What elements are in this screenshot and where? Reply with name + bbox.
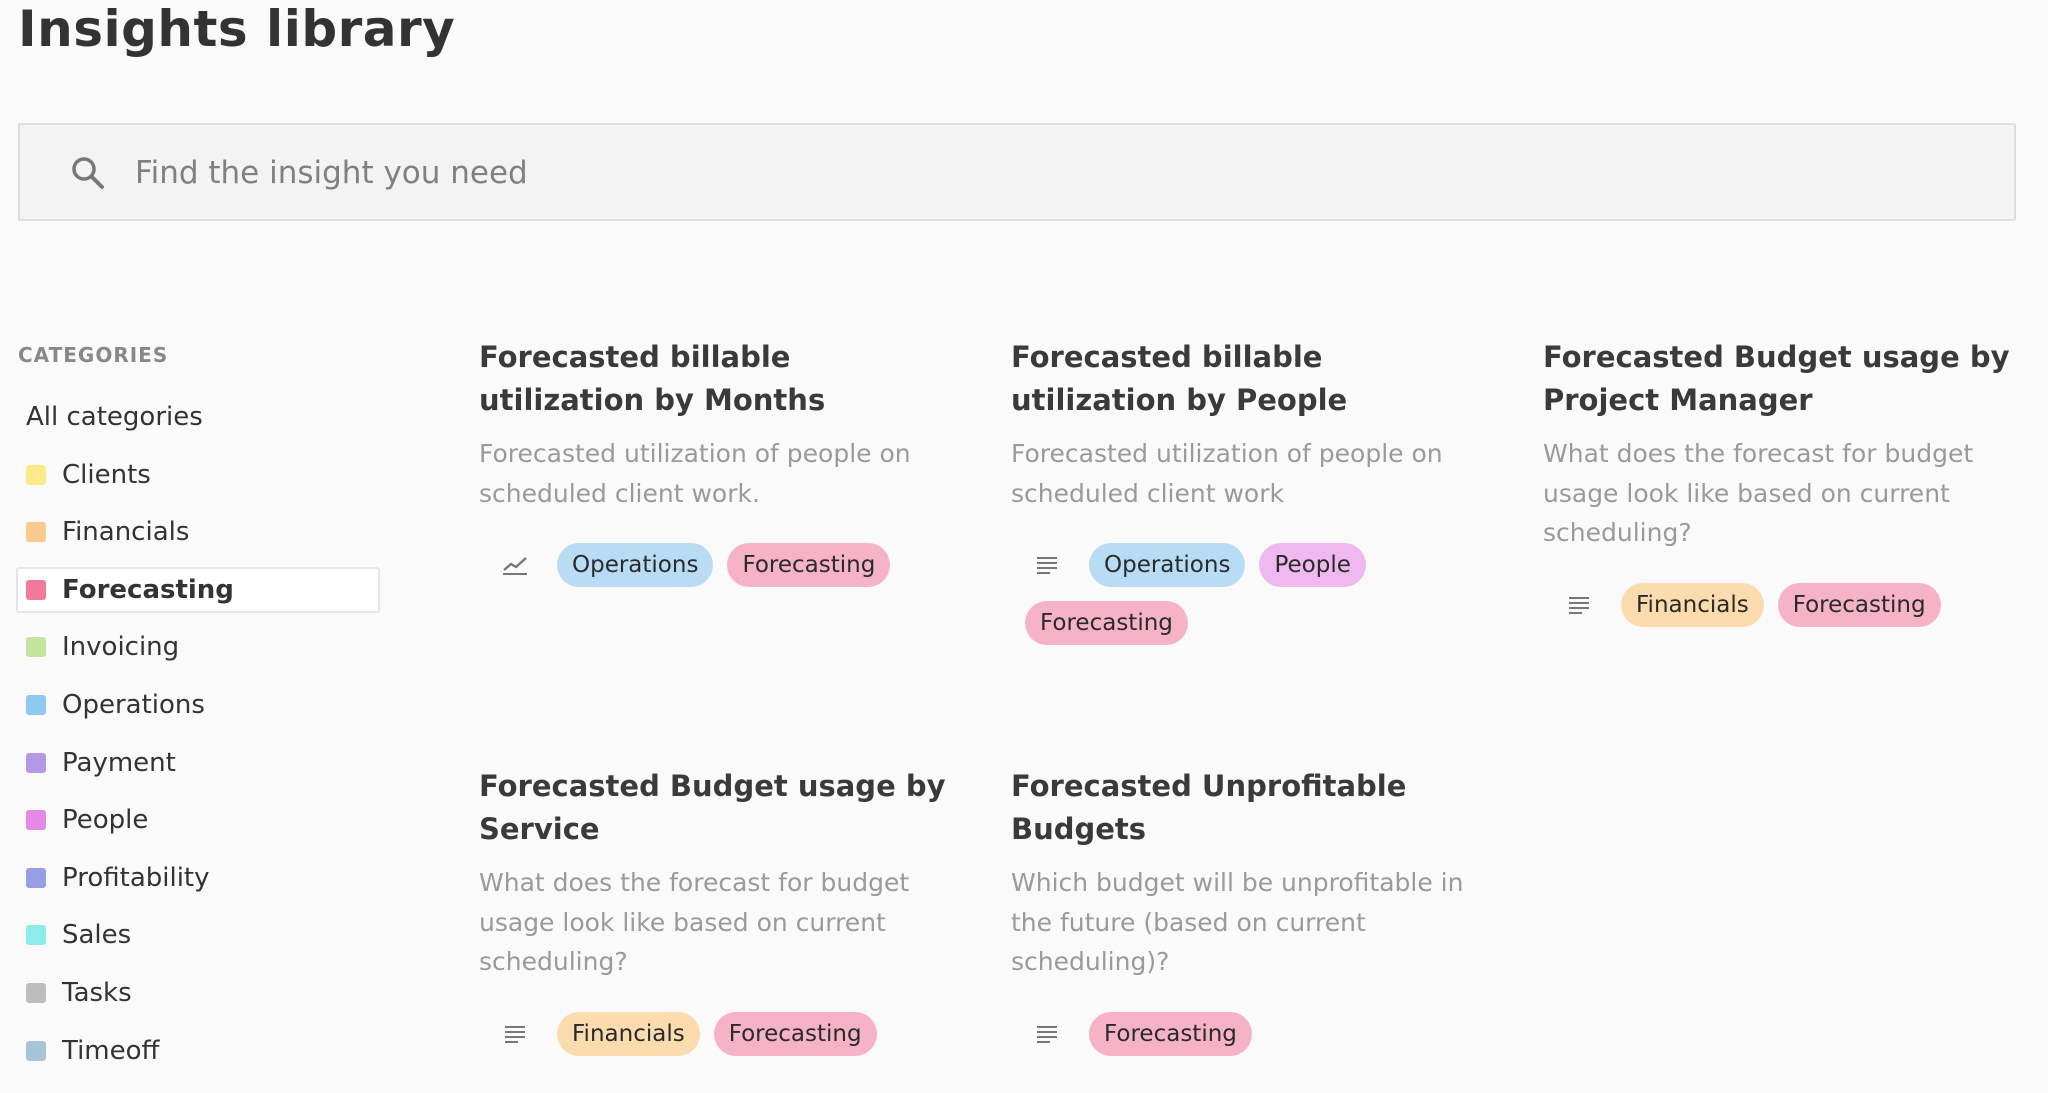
- forecasting-color-swatch: [26, 579, 46, 600]
- insight-card-title[interactable]: Forecasted Budget usage by Service: [479, 765, 959, 851]
- list-icon: [1033, 1020, 1061, 1048]
- insight-card-title[interactable]: Forecasted Unprofitable Budgets: [1011, 765, 1491, 851]
- insight-card-tags: Financials Forecasting: [1543, 582, 2023, 627]
- insight-card-tags: Operations Forecasting: [479, 543, 959, 587]
- category-item-timeoff[interactable]: Timeoff: [18, 1028, 380, 1074]
- tag-forecasting[interactable]: Forecasting: [1777, 582, 1941, 627]
- insight-card[interactable]: Forecasted Unprofitable Budgets Which bu…: [1011, 765, 1491, 1056]
- categories-sidebar: CATEGORIES All categories Clients Financ…: [16, 340, 380, 1085]
- category-item-payment[interactable]: Payment: [18, 740, 380, 786]
- category-item-forecasting[interactable]: Forecasting: [16, 566, 380, 613]
- financials-color-swatch: [26, 522, 46, 543]
- category-label: Timeoff: [62, 1035, 160, 1066]
- category-label: Clients: [62, 459, 151, 490]
- category-item-tasks[interactable]: Tasks: [18, 970, 380, 1016]
- category-item-clients[interactable]: Clients: [18, 452, 380, 498]
- category-item-sales[interactable]: Sales: [18, 912, 380, 958]
- insight-card[interactable]: Forecasted billable utilization by Peopl…: [1011, 336, 1491, 645]
- insight-card-title[interactable]: Forecasted billable utilization by Month…: [479, 336, 959, 422]
- category-item-financials[interactable]: Financials: [18, 509, 380, 555]
- tag-forecasting[interactable]: Forecasting: [1025, 601, 1188, 645]
- insight-card-description: What does the forecast for budget usage …: [479, 868, 910, 976]
- category-label: Payment: [62, 747, 176, 778]
- page-title: Insights library: [18, 0, 456, 58]
- insight-card[interactable]: Forecasted billable utilization by Month…: [479, 336, 959, 587]
- category-label: Forecasting: [62, 574, 234, 605]
- category-label: Operations: [62, 689, 205, 720]
- categories-heading: CATEGORIES: [18, 343, 169, 367]
- profitability-color-swatch: [26, 867, 46, 888]
- insight-card-tags: Operations People Forecasting: [1011, 543, 1451, 645]
- people-color-swatch: [26, 810, 46, 831]
- insight-card-description: Forecasted utilization of people on sche…: [1011, 439, 1443, 508]
- insight-card-description: Which budget will be unprofitable in the…: [1011, 868, 1464, 976]
- category-label: Financials: [62, 517, 190, 548]
- search-icon: [70, 155, 106, 191]
- insight-card-title[interactable]: Forecasted billable utilization by Peopl…: [1011, 336, 1491, 422]
- sales-color-swatch: [26, 925, 46, 946]
- tag-operations[interactable]: Operations: [557, 543, 714, 587]
- category-label: Profitability: [62, 862, 210, 893]
- category-item-invoicing[interactable]: Invoicing: [18, 624, 380, 670]
- insight-card-description: Forecasted utilization of people on sche…: [479, 439, 911, 508]
- clients-color-swatch: [26, 464, 46, 485]
- list-icon: [1565, 591, 1593, 619]
- tag-financials[interactable]: Financials: [557, 1011, 700, 1056]
- insight-card-description: What does the forecast for budget usage …: [1543, 439, 1974, 547]
- insight-card-tags: Financials Forecasting: [479, 1011, 959, 1056]
- category-item-people[interactable]: People: [18, 797, 380, 843]
- insight-card[interactable]: Forecasted Budget usage by Project Manag…: [1543, 336, 2023, 627]
- tag-financials[interactable]: Financials: [1621, 582, 1764, 627]
- category-item-operations[interactable]: Operations: [18, 682, 380, 728]
- insight-card-tags: Forecasting: [1011, 1011, 1491, 1056]
- search-box[interactable]: [18, 123, 2016, 221]
- timeoff-color-swatch: [26, 1040, 46, 1061]
- tag-operations[interactable]: Operations: [1089, 543, 1246, 587]
- category-label: All categories: [26, 402, 203, 432]
- tag-forecasting[interactable]: Forecasting: [727, 543, 891, 587]
- tag-forecasting[interactable]: Forecasting: [713, 1011, 877, 1056]
- operations-color-swatch: [26, 694, 46, 715]
- insight-card-title[interactable]: Forecasted Budget usage by Project Manag…: [1543, 336, 2023, 422]
- list-icon: [501, 1020, 529, 1048]
- category-label: Invoicing: [62, 632, 180, 663]
- category-item-profitability[interactable]: Profitability: [18, 855, 380, 901]
- category-label: Sales: [62, 920, 132, 951]
- category-label: People: [62, 805, 149, 836]
- line-chart-icon: [501, 551, 529, 579]
- insight-card[interactable]: Forecasted Budget usage by Service What …: [479, 765, 959, 1056]
- category-item-all[interactable]: All categories: [18, 394, 380, 440]
- search-input[interactable]: [135, 145, 1975, 201]
- tag-people[interactable]: People: [1259, 543, 1366, 587]
- tasks-color-swatch: [26, 982, 46, 1003]
- insights-library-page: Insights library CATEGORIES All categori…: [0, 0, 2048, 1093]
- tag-forecasting[interactable]: Forecasting: [1089, 1011, 1252, 1056]
- list-icon: [1033, 551, 1061, 579]
- invoicing-color-swatch: [26, 637, 46, 658]
- category-label: Tasks: [62, 977, 132, 1008]
- payment-color-swatch: [26, 752, 46, 773]
